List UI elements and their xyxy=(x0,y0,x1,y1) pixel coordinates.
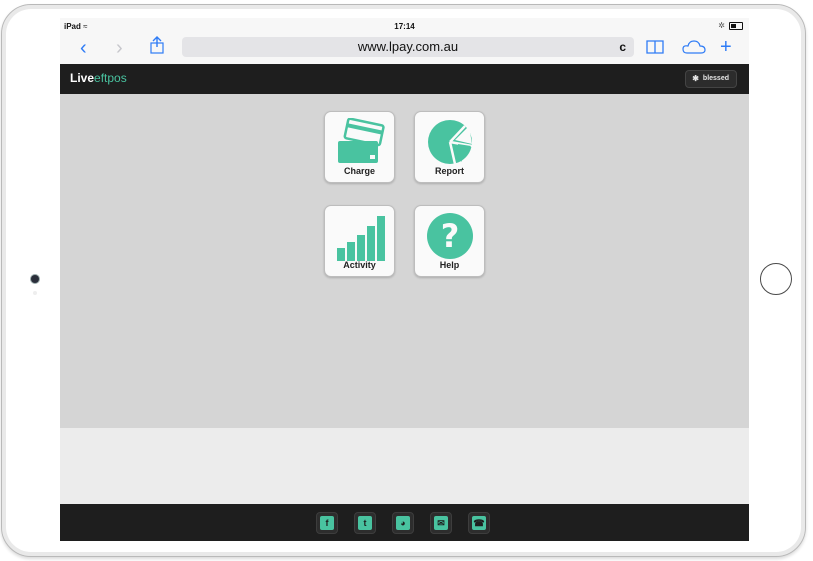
status-right: ✲ xyxy=(718,21,743,30)
phone-link[interactable]: ☎ xyxy=(468,512,490,534)
facebook-icon: f xyxy=(320,516,334,530)
pie-chart-icon xyxy=(428,120,473,164)
help-icon: ? xyxy=(427,213,473,259)
battery-icon xyxy=(729,21,743,30)
web-icon: ◕ xyxy=(396,516,410,530)
report-tile[interactable]: Report xyxy=(414,111,485,183)
email-icon: ✉ xyxy=(434,516,448,530)
main-content: Charge Report Activity ? Help xyxy=(60,94,749,428)
user-menu-button[interactable]: ✱ blessed xyxy=(685,70,737,88)
report-label: Report xyxy=(435,166,464,176)
camera-icon xyxy=(31,275,39,283)
share-icon[interactable] xyxy=(150,36,164,59)
address-bar[interactable]: www.lpay.com.au c xyxy=(182,37,634,57)
cloud-icon[interactable] xyxy=(682,38,706,60)
footer: f t ◕ ✉ ☎ xyxy=(60,504,749,541)
bluetooth-icon: ✲ xyxy=(718,21,725,30)
status-time: 17:14 xyxy=(394,22,415,31)
gear-icon: ✱ xyxy=(692,74,699,83)
new-tab-icon[interactable]: + xyxy=(720,36,732,58)
reload-icon[interactable]: c xyxy=(619,37,626,57)
web-link[interactable]: ◕ xyxy=(392,512,414,534)
logo-accent: eftpos xyxy=(94,71,127,85)
svg-text:?: ? xyxy=(441,217,460,255)
phone-icon: ☎ xyxy=(472,516,486,530)
screen: iPad ≈ 17:14 ✲ ‹ › www.lpay.com.au c + L… xyxy=(60,18,749,541)
email-link[interactable]: ✉ xyxy=(430,512,452,534)
browser-toolbar: ‹ › www.lpay.com.au c + xyxy=(60,34,749,65)
bar-chart-icon xyxy=(337,216,385,261)
activity-label: Activity xyxy=(343,260,376,270)
twitter-link[interactable]: t xyxy=(354,512,376,534)
url-text: www.lpay.com.au xyxy=(357,39,459,54)
help-label: Help xyxy=(439,260,460,270)
status-bar: iPad ≈ 17:14 ✲ xyxy=(60,18,749,34)
twitter-icon: t xyxy=(358,516,372,530)
logo-main: Live xyxy=(70,71,95,85)
user-name: blessed xyxy=(702,75,729,82)
app-header: Liveeftpos ✱ blessed xyxy=(60,64,749,94)
back-icon[interactable]: ‹ xyxy=(80,37,87,59)
charge-tile[interactable]: Charge xyxy=(324,111,395,183)
logo[interactable]: Liveeftpos xyxy=(70,71,127,85)
charge-label: Charge xyxy=(343,166,375,176)
bookmarks-icon[interactable] xyxy=(645,38,665,60)
activity-tile[interactable]: Activity xyxy=(324,205,395,277)
facebook-link[interactable]: f xyxy=(316,512,338,534)
help-tile[interactable]: ? Help xyxy=(414,205,485,277)
home-button[interactable] xyxy=(760,263,792,295)
forward-icon[interactable]: › xyxy=(116,37,123,59)
card-icon xyxy=(338,118,385,163)
sensor-dot xyxy=(33,291,37,295)
